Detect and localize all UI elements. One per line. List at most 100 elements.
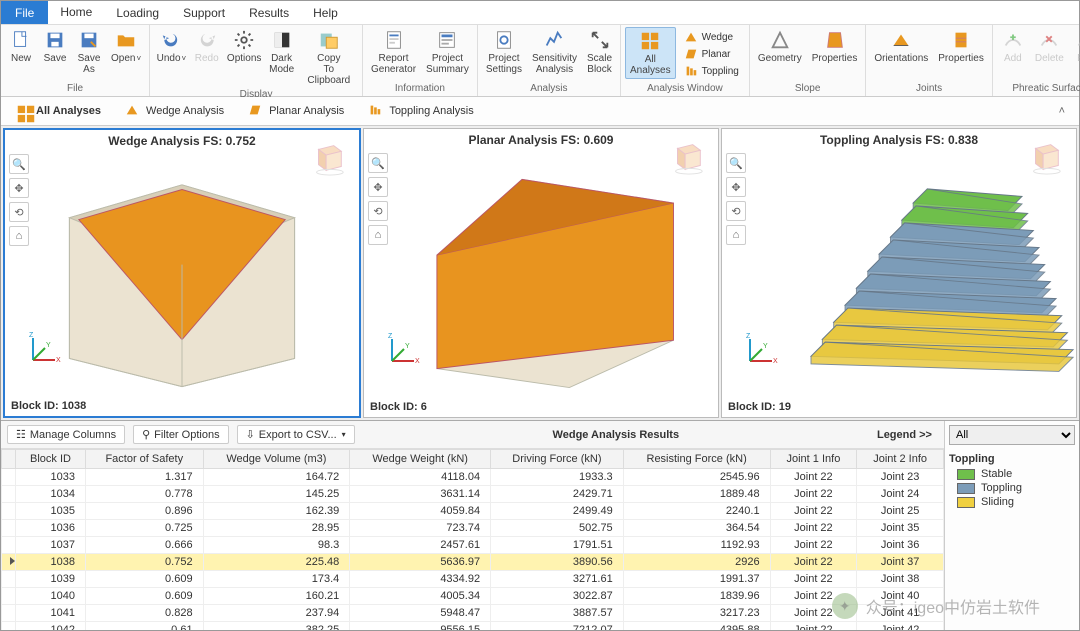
save (44, 29, 66, 51)
viewport-title: Toppling Analysis FS: 0.838 (722, 129, 1076, 151)
column-header[interactable]: Block ID (16, 450, 86, 469)
project-settings-button[interactable]: ProjectSettings (482, 27, 526, 77)
svg-text:X: X (773, 358, 778, 365)
ribbon-button-label: New (11, 53, 31, 64)
columns-icon: ☷ (16, 428, 26, 441)
viewport-toppling[interactable]: Toppling Analysis FS: 0.838 🔍 ✥ ⟲ ⌂ (721, 128, 1077, 418)
file-menu-button[interactable]: File (1, 1, 48, 24)
viewport-planar[interactable]: Planar Analysis FS: 0.609 🔍 ✥ ⟲ ⌂ Z X Y … (363, 128, 719, 418)
viewport-canvas[interactable]: Z X Y (364, 151, 718, 397)
scale-block-button[interactable]: ScaleBlock (583, 27, 616, 77)
analysis-tab-toppling-analysis[interactable]: Toppling Analysis (362, 101, 479, 121)
ribbon-button-label: Redo (195, 53, 219, 64)
table-row[interactable]: 10410.828237.945948.473887.573217.23Join… (2, 605, 944, 622)
sensitivity (543, 29, 565, 51)
all-analyses-button[interactable]: AllAnalyses (625, 27, 676, 79)
column-header[interactable]: Driving Force (kN) (491, 450, 624, 469)
rotate-icon[interactable]: ⟲ (726, 201, 746, 221)
clipboard (318, 29, 340, 51)
save-as-button[interactable]: SaveAs (73, 27, 105, 77)
export-csv-button[interactable]: ⇩Export to CSV...▾ (237, 425, 355, 444)
ribbon: NewSaveSaveAsOpen˅FileUndo˅RedoOptionsDa… (1, 25, 1079, 97)
menu-tab-support[interactable]: Support (171, 1, 237, 24)
copy-to-clipboard-button[interactable]: CopyTo Clipboard (300, 27, 358, 88)
column-header[interactable]: Wedge Weight (kN) (350, 450, 491, 469)
zoom-icon[interactable]: 🔍 (9, 154, 29, 174)
column-header[interactable]: Resisting Force (kN) (623, 450, 770, 469)
analysis-tab-all-analyses[interactable]: All Analyses (9, 101, 107, 121)
ribbon-group-label: Analysis (482, 82, 616, 94)
ribbon-group-display: Undo˅ Redo OptionsDarkModeCopyTo Clipboard… (150, 25, 363, 96)
sensitivity-analysis-button[interactable]: SensitivityAnalysis (528, 27, 581, 77)
new-button[interactable]: New (5, 27, 37, 66)
collapse-ribbon-icon[interactable]: ˄ (1059, 105, 1065, 117)
report (383, 29, 405, 51)
options-button[interactable]: Options (225, 27, 264, 66)
open-button[interactable]: Open˅ (107, 27, 145, 66)
zoom-icon[interactable]: 🔍 (368, 153, 388, 173)
manage-columns-button[interactable]: ☷Manage Columns (7, 425, 125, 444)
svg-text:Y: Y (46, 342, 51, 349)
menu-tab-help[interactable]: Help (301, 1, 350, 24)
table-row[interactable]: 10380.752225.485636.973890.562926Joint 2… (2, 554, 944, 571)
results-table-scroll[interactable]: Block IDFactor of SafetyWedge Volume (m3… (1, 449, 944, 630)
rotate-icon[interactable]: ⟲ (9, 202, 29, 222)
dark-mode-button[interactable]: DarkMode (266, 27, 298, 77)
analysis-tab-wedge-analysis[interactable]: Wedge Analysis (119, 101, 230, 121)
reset-view-icon[interactable]: ⌂ (726, 225, 746, 245)
table-row[interactable]: 10400.609160.214005.343022.871839.96Join… (2, 588, 944, 605)
planar-button[interactable]: Planar (680, 46, 743, 62)
legend-swatch (957, 469, 975, 480)
column-header[interactable]: Factor of Safety (86, 450, 204, 469)
legend-item: Stable (949, 467, 1075, 481)
menu-tab-home[interactable]: Home (48, 1, 104, 24)
column-header[interactable]: Joint 1 Info (770, 450, 857, 469)
save-button[interactable]: Save (39, 27, 71, 66)
properties-button[interactable]: Properties (934, 27, 988, 66)
table-row[interactable]: 10370.66698.32457.611791.511192.93Joint … (2, 537, 944, 554)
label: Planar (702, 49, 731, 60)
analysis-tab-planar-analysis[interactable]: Planar Analysis (242, 101, 350, 121)
menu-tab-loading[interactable]: Loading (104, 1, 171, 24)
tab-label: Wedge Analysis (146, 105, 224, 117)
legend-filter-select[interactable]: All (949, 425, 1075, 445)
undo-button[interactable]: Undo˅ (154, 27, 189, 66)
legend-link[interactable]: Legend >> (877, 429, 938, 441)
ribbon-button-label: CopyTo Clipboard (304, 53, 354, 86)
geometry-button[interactable]: Geometry (754, 27, 806, 66)
zoom-icon[interactable]: 🔍 (726, 153, 746, 173)
pan-icon[interactable]: ✥ (9, 178, 29, 198)
table-row[interactable]: 10331.317164.724118.041933.32545.96Joint… (2, 469, 944, 486)
viewport-title: Planar Analysis FS: 0.609 (364, 129, 718, 151)
table-row[interactable]: 10420.61382.259556.157212.074395.88Joint… (2, 622, 944, 631)
menubar: File Home Loading Support Results Help (1, 1, 1079, 25)
results-main: ☷Manage Columns ⚲Filter Options ⇩Export … (1, 421, 944, 630)
wedge-button[interactable]: Wedge (680, 29, 743, 45)
reset-view-icon[interactable]: ⌂ (368, 225, 388, 245)
column-header[interactable]: Joint 2 Info (857, 450, 944, 469)
report-generator-button[interactable]: ReportGenerator (367, 27, 420, 77)
properties-button[interactable]: Properties (808, 27, 862, 66)
reset-view-icon[interactable]: ⌂ (9, 226, 29, 246)
legend-panel: All Toppling StableTopplingSliding (944, 421, 1079, 630)
viewport-canvas[interactable]: Z X Y (722, 151, 1076, 397)
column-header[interactable]: Wedge Volume (m3) (203, 450, 350, 469)
menu-tab-results[interactable]: Results (237, 1, 301, 24)
pan-icon[interactable]: ✥ (368, 177, 388, 197)
edit (1075, 29, 1080, 51)
viewport-wedge[interactable]: Wedge Analysis FS: 0.752 🔍 ✥ ⟲ ⌂ Z X Y B… (3, 128, 361, 418)
toppling-button[interactable]: Toppling (680, 63, 743, 79)
table-row[interactable]: 10390.609173.44334.923271.611991.37Joint… (2, 571, 944, 588)
filter-options-button[interactable]: ⚲Filter Options (133, 425, 228, 444)
pan-icon[interactable]: ✥ (726, 177, 746, 197)
table-row[interactable]: 10350.896162.394059.842499.492240.1Joint… (2, 503, 944, 520)
viewport-canvas[interactable]: Z X Y (5, 152, 359, 396)
svg-text:Z: Z (746, 333, 751, 340)
label: Toppling (702, 66, 739, 77)
rotate-icon[interactable]: ⟲ (368, 201, 388, 221)
delete-button: Delete (1031, 27, 1068, 66)
orientations-button[interactable]: Orientations (870, 27, 932, 66)
table-row[interactable]: 10340.778145.253631.142429.711889.48Join… (2, 486, 944, 503)
table-row[interactable]: 10360.72528.95723.74502.75364.54Joint 22… (2, 520, 944, 537)
project-summary-button[interactable]: ProjectSummary (422, 27, 473, 77)
